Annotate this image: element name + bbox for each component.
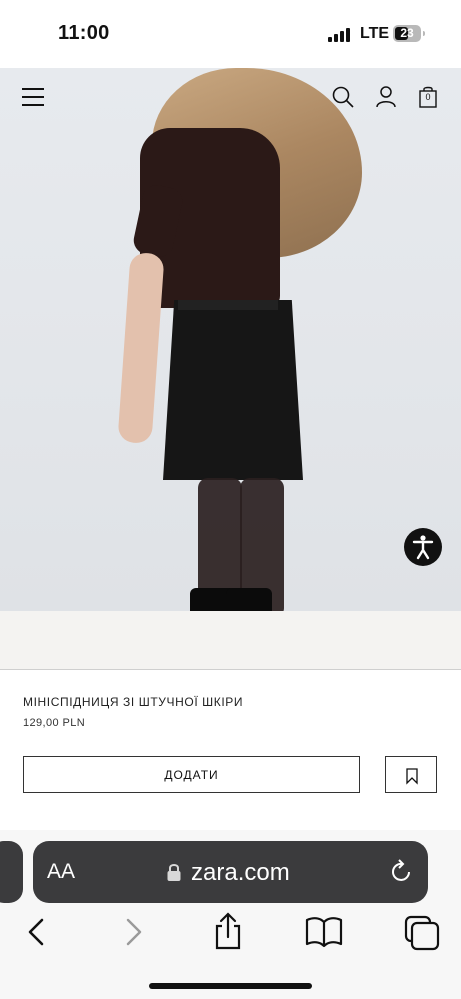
reload-icon[interactable] [387, 858, 415, 886]
product-price: 129,00 PLN [23, 717, 86, 729]
share-icon[interactable] [208, 910, 248, 954]
forward-icon[interactable] [112, 910, 152, 954]
back-icon[interactable] [18, 910, 58, 954]
home-indicator [149, 983, 312, 989]
menu-icon[interactable] [22, 88, 44, 106]
accessibility-icon [412, 535, 434, 560]
battery-level: 23 [400, 26, 414, 40]
battery-icon: 23 [393, 25, 421, 42]
accessibility-button[interactable] [404, 528, 442, 566]
previous-tab[interactable] [0, 841, 23, 903]
model-boot [226, 588, 272, 611]
user-icon[interactable] [376, 86, 396, 108]
add-to-cart-button[interactable]: ДОДАТИ [23, 756, 360, 793]
skirt-waistband [178, 300, 278, 310]
bookmarks-icon[interactable] [304, 910, 344, 954]
signal-icon [328, 26, 352, 42]
cart-count: 0 [425, 92, 431, 102]
bookmark-icon [406, 768, 418, 785]
model-arm [117, 252, 165, 444]
url-text[interactable]: zara.com [191, 858, 290, 888]
search-icon[interactable] [332, 86, 354, 108]
battery-tip [423, 31, 425, 36]
tabs-icon[interactable] [402, 910, 442, 954]
network-label: LTE [360, 25, 390, 42]
lock-icon [167, 864, 181, 881]
status-bar: 11:00 LTE 23 [0, 0, 461, 68]
text-size-button[interactable]: AA [47, 860, 75, 884]
product-name: МІНІСПІДНИЦЯ ЗІ ШТУЧНОЇ ШКІРИ [23, 695, 244, 709]
image-footer [0, 611, 461, 670]
product-image[interactable] [0, 68, 461, 611]
leather-skirt [163, 300, 303, 480]
bookmark-button[interactable] [385, 756, 437, 793]
status-time: 11:00 [58, 22, 110, 44]
